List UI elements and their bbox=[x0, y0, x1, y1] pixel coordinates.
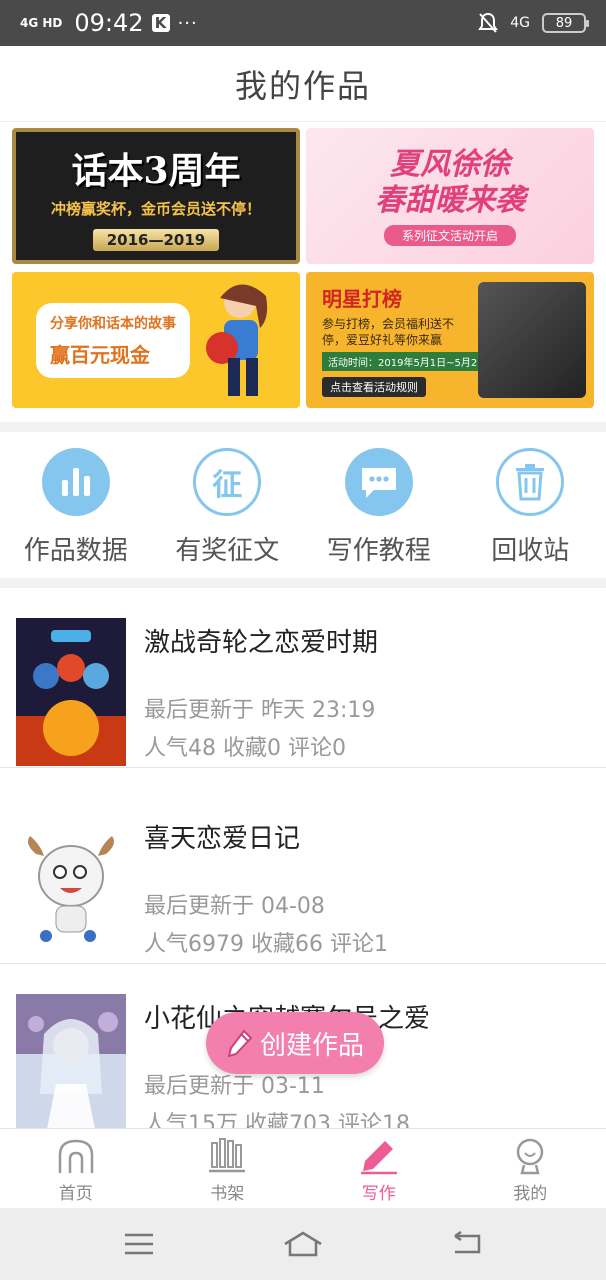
banner-years: 2016—2019 bbox=[92, 228, 220, 251]
status-bar: 4G HD 09:42 K ··· 4G 89 bbox=[0, 0, 606, 46]
work-title: 喜天恋爱日记 bbox=[144, 824, 301, 854]
banner-share-story[interactable]: 分享你和话本的故事 赢百元现金 bbox=[12, 272, 300, 408]
chat-bubble-icon bbox=[344, 448, 413, 516]
banner-description: 参与打榜，会员福利送不停，爱豆好礼等你来赢 bbox=[322, 317, 455, 347]
home-icon bbox=[58, 1139, 93, 1173]
list-item[interactable]: 喜天恋爱日记 最后更新于 04-08 人气6979 收藏66 评论1 bbox=[0, 784, 606, 964]
contest-glyph: 征 bbox=[212, 468, 243, 503]
action-recycle-bin[interactable]: 回收站 bbox=[455, 432, 606, 578]
mute-bell-icon bbox=[478, 12, 499, 33]
banner-rules-button: 点击查看活动规则 bbox=[322, 377, 426, 397]
cover-image bbox=[16, 814, 126, 962]
tab-label: 我的 bbox=[513, 1184, 548, 1204]
star-photo-image bbox=[478, 282, 586, 398]
banner-card: 分享你和话本的故事 赢百元现金 bbox=[36, 302, 190, 378]
system-nav-bar bbox=[0, 1208, 606, 1280]
page-title: 我的作品 bbox=[234, 66, 371, 105]
section-divider bbox=[0, 422, 606, 432]
banner-line-2: 赢百元现金 bbox=[50, 342, 150, 367]
action-label: 作品数据 bbox=[23, 536, 128, 566]
work-updated: 最后更新于 04-08 bbox=[144, 894, 325, 919]
list-item[interactable]: 激战奇轮之恋爱时期 最后更新于 昨天 23:19 人气48 收藏0 评论0 bbox=[0, 588, 606, 768]
banner-summer-contest[interactable]: 夏风徐徐 春甜暖来袭 系列征文活动开启 bbox=[306, 128, 594, 264]
tab-bookshelf[interactable]: 书架 bbox=[152, 1129, 304, 1208]
banner-line-2: 春甜暖来袭 bbox=[375, 182, 525, 218]
banner-title: 明星打榜 bbox=[322, 287, 402, 311]
action-contest[interactable]: 征 有奖征文 bbox=[152, 432, 304, 578]
more-notifications-icon: ··· bbox=[177, 12, 198, 34]
profile-icon bbox=[517, 1138, 544, 1175]
home-nav-icon[interactable] bbox=[282, 1230, 324, 1258]
banner-subtitle: 冲榜赢奖杯，金币会员送不停！ bbox=[50, 199, 261, 218]
banner-line-1: 夏风徐徐 bbox=[390, 146, 510, 182]
work-stats: 人气6979 收藏66 评论1 bbox=[144, 932, 388, 957]
banner-anniversary[interactable]: 话本3周年 冲榜赢奖杯，金币会员送不停！ 2016—2019 bbox=[12, 128, 300, 264]
create-work-label: 创建作品 bbox=[259, 1030, 364, 1061]
girl-illustration-icon bbox=[206, 284, 268, 396]
action-label: 回收站 bbox=[491, 536, 570, 566]
banner-line-1: 分享你和话本的故事 bbox=[50, 315, 176, 332]
banner-date: 活动时间：2019年5月1日~5月21日 bbox=[322, 352, 500, 371]
network-indicator-right: 4G bbox=[510, 15, 530, 31]
banner-tag: 系列征文活动开启 bbox=[383, 224, 516, 246]
bar-chart-icon bbox=[41, 448, 110, 516]
tab-label: 书架 bbox=[210, 1184, 245, 1204]
bookshelf-icon bbox=[209, 1138, 246, 1173]
trash-icon bbox=[496, 448, 565, 516]
banner-star-ranking[interactable]: 明星打榜 参与打榜，会员福利送不停，爱豆好礼等你来赢 活动时间：2019年5月1… bbox=[306, 272, 594, 408]
cover-image bbox=[16, 994, 126, 1142]
battery-icon: 89 bbox=[542, 13, 589, 33]
cover-image bbox=[16, 618, 126, 766]
tab-mine[interactable]: 我的 bbox=[455, 1129, 606, 1208]
network-indicator: 4G HD bbox=[20, 16, 63, 30]
action-label: 写作教程 bbox=[326, 536, 431, 566]
create-work-button[interactable]: 创建作品 bbox=[206, 1012, 384, 1074]
pencil-icon bbox=[360, 1141, 397, 1175]
work-stats: 人气48 收藏0 评论0 bbox=[144, 736, 346, 761]
action-tutorial[interactable]: 写作教程 bbox=[303, 432, 455, 578]
work-updated: 最后更新于 昨天 23:19 bbox=[144, 698, 376, 723]
menu-icon[interactable] bbox=[123, 1231, 155, 1257]
tab-home[interactable]: 首页 bbox=[0, 1129, 152, 1208]
bottom-tab-bar: 首页 书架 写作 我的 bbox=[0, 1128, 606, 1208]
clock: 09:42 bbox=[74, 9, 144, 37]
banner-title: 话本3周年 bbox=[71, 149, 241, 192]
section-divider bbox=[0, 578, 606, 588]
tab-label: 首页 bbox=[58, 1184, 93, 1204]
banner-grid: 话本3周年 冲榜赢奖杯，金币会员送不停！ 2016—2019 夏风徐徐 春甜暖来… bbox=[12, 128, 594, 410]
tab-write[interactable]: 写作 bbox=[303, 1129, 455, 1208]
back-icon[interactable] bbox=[451, 1231, 483, 1257]
pencil-icon bbox=[227, 1029, 253, 1058]
quick-actions: 作品数据 征 有奖征文 写作教程 回收站 bbox=[0, 432, 606, 578]
work-title: 激战奇轮之恋爱时期 bbox=[144, 628, 379, 658]
tab-label: 写作 bbox=[361, 1184, 396, 1204]
app-notification-icon: K bbox=[151, 14, 170, 32]
contest-icon: 征 bbox=[193, 448, 262, 516]
page-header: 我的作品 bbox=[0, 46, 606, 122]
action-label: 有奖征文 bbox=[175, 536, 280, 566]
action-work-data[interactable]: 作品数据 bbox=[0, 432, 152, 578]
